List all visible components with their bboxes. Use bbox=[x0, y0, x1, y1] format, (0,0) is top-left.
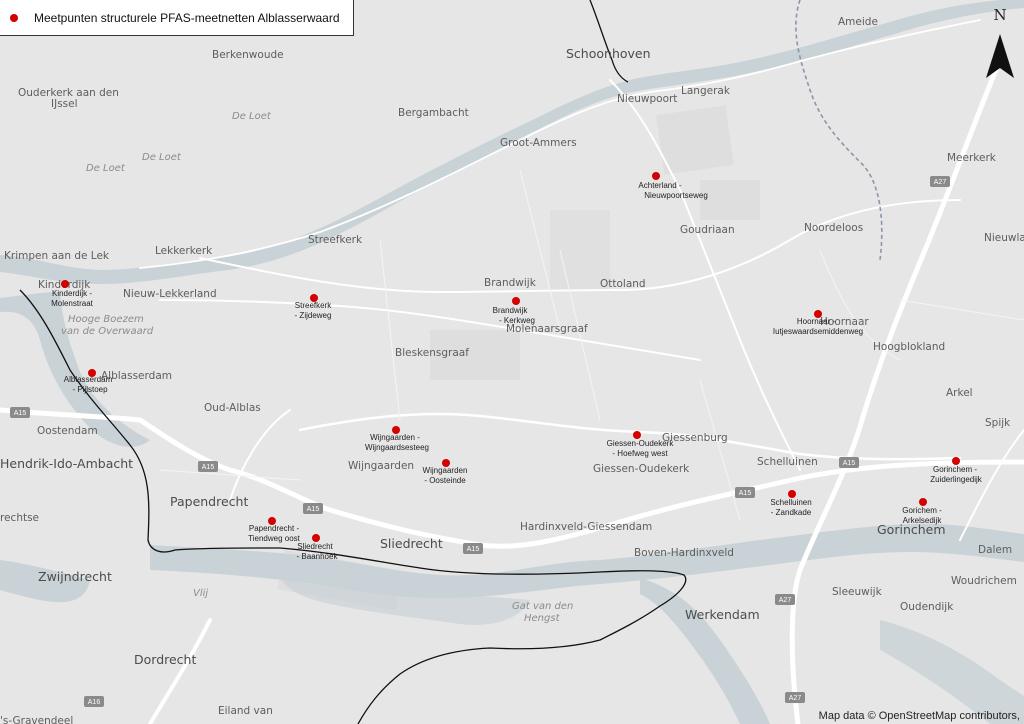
place-nieuwland: Nieuwland bbox=[984, 232, 1024, 244]
water-label-de-loet-2: De Loet bbox=[142, 152, 182, 163]
place-schoonhoven: Schoonhoven bbox=[566, 46, 651, 61]
point-label-line1: Streefkerk bbox=[295, 301, 332, 310]
place-goudriaan: Goudriaan bbox=[680, 224, 735, 236]
place-hardinxveld: Hardinxveld-Giessendam bbox=[520, 521, 652, 533]
place-papendrecht: Papendrecht bbox=[170, 494, 248, 509]
place-oud-alblas: Oud-Alblas bbox=[204, 402, 261, 414]
point-label-line1: Gorichem - bbox=[902, 506, 942, 515]
point-label-line2: - Hoefweg west bbox=[612, 449, 668, 458]
water-label-de-loet-1: De Loet bbox=[232, 111, 272, 122]
place-oostendam: Oostendam bbox=[37, 425, 98, 437]
point-label-line2: - Kerkweg bbox=[499, 316, 535, 325]
place-schelluinen: Schelluinen bbox=[757, 456, 818, 468]
place-meerkerk: Meerkerk bbox=[947, 152, 997, 164]
place-krimpen: Krimpen aan de Lek bbox=[4, 250, 110, 262]
point-label-line1: Wijngaarden bbox=[423, 466, 468, 475]
road-label-a15-1: A15 bbox=[14, 410, 27, 417]
point-label-line2: Wijngaardsesteeg bbox=[365, 443, 429, 452]
place-woudrichem: Woudrichem bbox=[951, 575, 1017, 587]
point-label-line2: Nieuwpoortseweg bbox=[644, 191, 708, 200]
water-label-gat-1: Gat van den bbox=[512, 601, 573, 612]
place-werkendam: Werkendam bbox=[685, 607, 760, 622]
place-sleeuwijk: Sleeuwijk bbox=[832, 586, 883, 598]
point-label-line1: Sliedrecht bbox=[297, 542, 333, 551]
place-berkenwoude: Berkenwoude bbox=[212, 49, 284, 61]
road-label-a27-1: A27 bbox=[934, 179, 947, 186]
place-bleskensgraaf: Bleskensgraaf bbox=[395, 347, 469, 359]
place-langerak: Langerak bbox=[681, 85, 731, 97]
water-label-de-loet-3: De Loet bbox=[86, 163, 126, 174]
legend-marker-icon bbox=[10, 13, 18, 22]
place-giessen-oudekerk: Giessen-Oudekerk bbox=[593, 463, 690, 475]
place-dordrecht: Dordrecht bbox=[134, 652, 196, 667]
place-eiland-van: Eiland van bbox=[218, 705, 273, 717]
place-ottoland: Ottoland bbox=[600, 278, 646, 290]
basemap[interactable]: De Loet De Loet De Loet Hooge Boezem van… bbox=[0, 0, 1024, 724]
place-spijk: Spijk bbox=[985, 417, 1011, 429]
place-noordeloos: Noordeloos bbox=[804, 222, 863, 234]
point-label-line2: - Pijlstoep bbox=[72, 385, 108, 394]
place-arkel: Arkel bbox=[946, 387, 973, 399]
point-label-line2: Arkelsedijk bbox=[903, 516, 943, 525]
point-label-line1: Alblasserdam bbox=[64, 375, 113, 384]
point-label-line2: - Baanhoek bbox=[297, 552, 339, 561]
point-label-line1: Papendrecht - bbox=[249, 524, 300, 533]
north-arrow: N bbox=[982, 6, 1018, 80]
point-label-line2: Molenstraat bbox=[51, 299, 94, 308]
place-rechtse: rechtse bbox=[0, 512, 39, 524]
place-ameide: Ameide bbox=[838, 16, 878, 28]
legend-label: Meetpunten structurele PFAS-meetnetten A… bbox=[34, 10, 340, 25]
place-zwijndrecht: Zwijndrecht bbox=[38, 569, 112, 584]
water-label-hooge-boezem-2: van de Overwaard bbox=[61, 326, 154, 337]
place-nieuw-lekkerland: Nieuw-Lekkerland bbox=[123, 288, 217, 300]
road-label-a15-3: A15 bbox=[307, 506, 320, 513]
road-label-a15-6: A15 bbox=[843, 460, 856, 467]
point-label-line1: Giessen-Oudekerk bbox=[607, 439, 675, 448]
road-label-a15-5: A15 bbox=[739, 490, 752, 497]
map-attribution: Map data © OpenStreetMap contributors, bbox=[818, 710, 1020, 722]
point-label-line2: Zuiderlingedijk bbox=[930, 475, 983, 484]
place-brandwijk: Brandwijk bbox=[484, 277, 537, 289]
map-legend: Meetpunten structurele PFAS-meetnetten A… bbox=[0, 0, 354, 36]
point-label-line2: Iutjeswaardsemiddenweg bbox=[773, 327, 863, 336]
place-vlij: Vlij bbox=[193, 588, 208, 599]
point-label-line1: Brandwijk bbox=[493, 306, 529, 315]
place-ijssel: IJssel bbox=[51, 98, 78, 110]
place-nieuwpoort: Nieuwpoort bbox=[617, 93, 677, 105]
road-label-a15-2: A15 bbox=[202, 464, 215, 471]
point-label-line1: Gorinchem - bbox=[933, 465, 977, 474]
north-letter: N bbox=[993, 6, 1007, 24]
place-sliedrecht: Sliedrecht bbox=[380, 536, 443, 551]
point-label-line2: - Zijdeweg bbox=[295, 311, 332, 320]
place-boven-hardinxveld: Boven-Hardinxveld bbox=[634, 547, 734, 559]
road-label-a27-3: A27 bbox=[789, 695, 802, 702]
place-bergambacht: Bergambacht bbox=[398, 107, 469, 119]
point-label-line2: Tiendweg oost bbox=[248, 534, 301, 543]
road-label-a27-2: A27 bbox=[779, 597, 792, 604]
place-ravendeel: 's-Gravendeel bbox=[0, 715, 73, 724]
point-label-line1: Schelluinen bbox=[770, 498, 811, 507]
place-streefkerk: Streefkerk bbox=[308, 234, 363, 246]
point-label-line2: - Oosteinde bbox=[424, 476, 466, 485]
place-oudendijk: Oudendijk bbox=[900, 601, 954, 613]
place-hoogblokland: Hoogblokland bbox=[873, 341, 945, 353]
place-groot-ammers: Groot-Ammers bbox=[500, 137, 577, 149]
water-label-gat-2: Hengst bbox=[524, 613, 561, 624]
point-label-line1: Hoornaar - bbox=[797, 317, 836, 326]
place-hendrik-ido-ambacht: Hendrik-Ido-Ambacht bbox=[0, 456, 133, 471]
place-wijngaarden: Wijngaarden bbox=[348, 460, 414, 472]
road-label-a15-4: A15 bbox=[467, 546, 480, 553]
road-label-a16: A16 bbox=[88, 699, 101, 706]
place-dalem: Dalem bbox=[978, 544, 1012, 556]
place-lekkerkerk: Lekkerkerk bbox=[155, 245, 213, 257]
water-label-hooge-boezem-1: Hooge Boezem bbox=[68, 314, 144, 325]
point-label-line1: Wijngaarden - bbox=[370, 433, 420, 442]
point-label-line1: Achterland - bbox=[638, 181, 681, 190]
point-label-line1: Kinderdijk - bbox=[52, 289, 92, 298]
point-label-line2: - Zandkade bbox=[771, 508, 812, 517]
